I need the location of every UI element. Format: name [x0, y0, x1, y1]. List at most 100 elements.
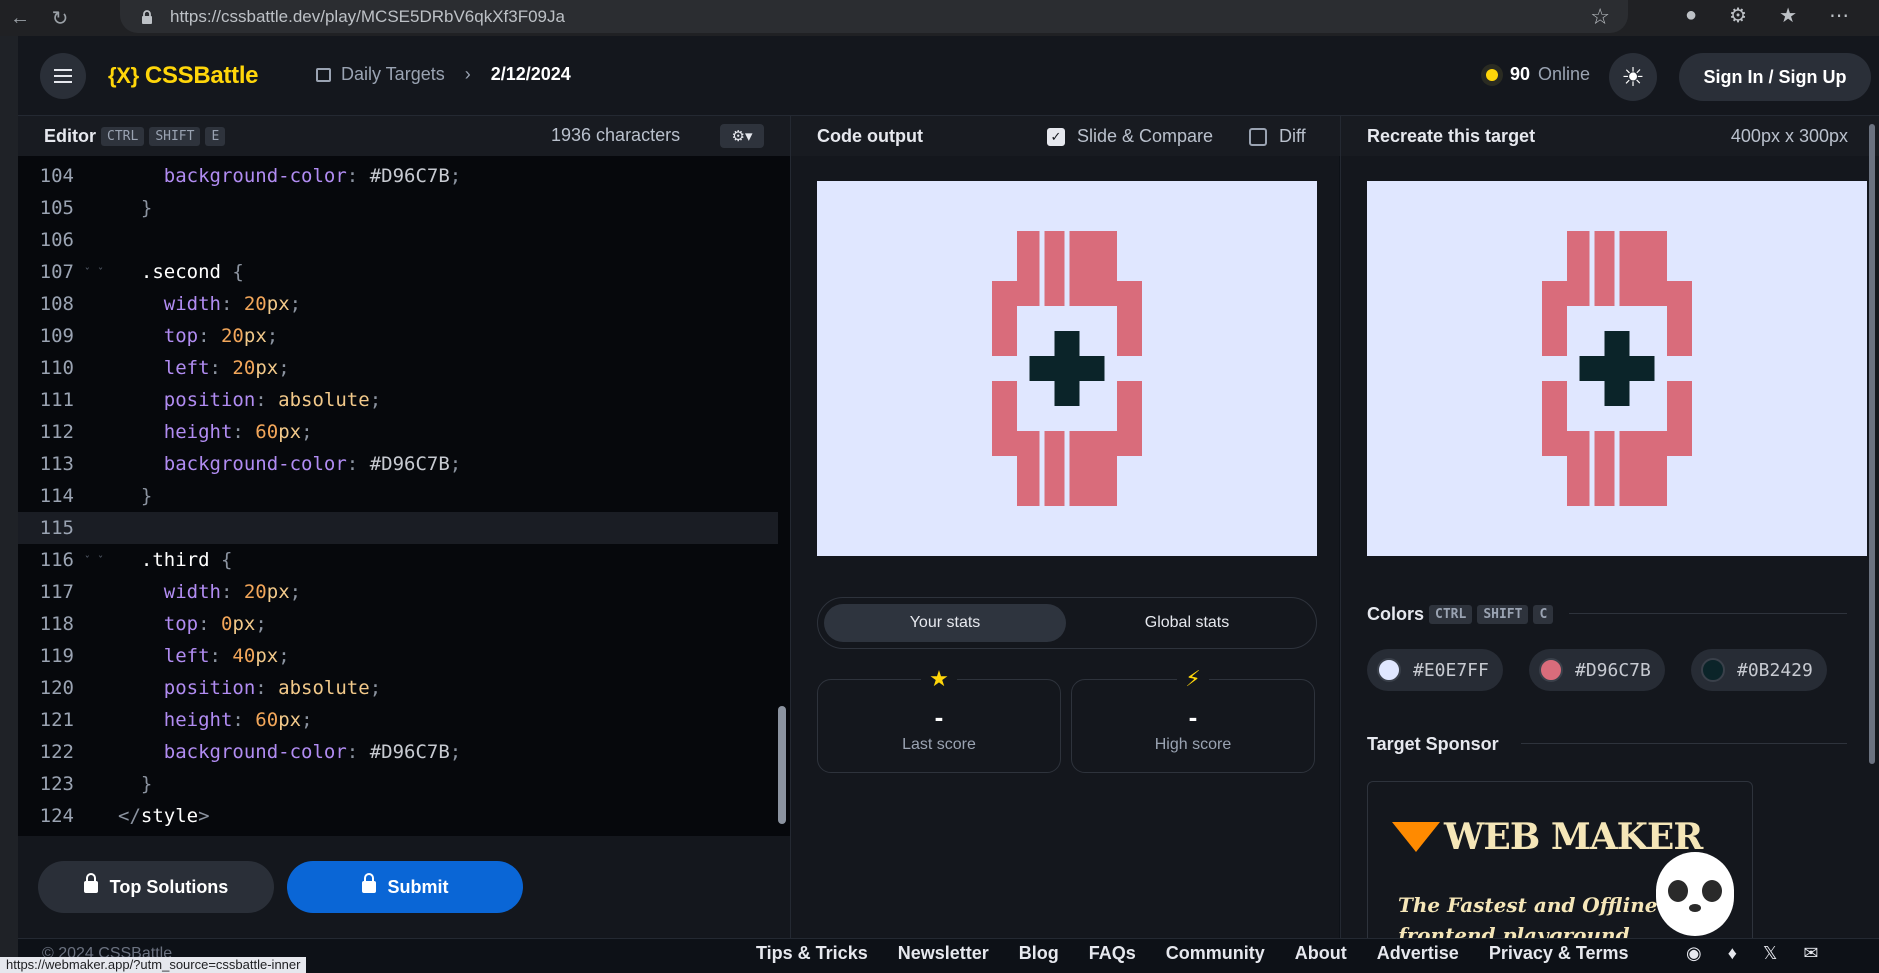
code-line[interactable]: 113 background-color: #D96C7B;: [18, 448, 778, 480]
line-number: 113: [39, 453, 74, 475]
theme-toggle-button[interactable]: ☀: [1609, 53, 1657, 101]
footer-link[interactable]: Community: [1166, 943, 1265, 964]
tab-your-stats[interactable]: Your stats: [824, 604, 1066, 642]
sun-icon: ☀: [1621, 61, 1645, 92]
code-line[interactable]: 124 </style>: [18, 800, 778, 832]
webmaker-logo-icon: [1392, 822, 1440, 852]
status-bar-url: https://webmaker.app/?utm_source=cssbatt…: [0, 957, 307, 973]
editor-scrollbar[interactable]: [778, 706, 786, 824]
color-swatch[interactable]: #0B2429: [1691, 649, 1827, 691]
email-icon[interactable]: ✉: [1803, 943, 1818, 964]
online-label: Online: [1538, 64, 1591, 84]
social-icons: ◉ ♦ 𝕏 ✉: [1686, 943, 1819, 964]
code-line[interactable]: 111 position: absolute;: [18, 384, 778, 416]
stats-tabs: Your stats Global stats: [817, 597, 1317, 649]
gear-icon: ⚙▾: [731, 128, 753, 145]
code-line[interactable]: 117 width: 20px;: [18, 576, 778, 608]
code-text: .second {: [140, 261, 244, 283]
extensions-icon[interactable]: ⚙: [1729, 3, 1747, 28]
signin-button[interactable]: Sign In / Sign Up: [1679, 53, 1871, 101]
reload-icon[interactable]: ↻: [40, 4, 80, 32]
x-icon[interactable]: 𝕏: [1763, 943, 1778, 964]
checkbox-checked-icon[interactable]: ✓: [1047, 127, 1065, 146]
output-header: Code output ✓ Slide & Compare Diff: [791, 116, 1340, 156]
target-header: Recreate this target 400px x 300px: [1341, 116, 1879, 156]
footer-link[interactable]: Newsletter: [898, 943, 989, 964]
submit-button[interactable]: Submit: [287, 861, 523, 913]
code-line[interactable]: 121 height: 60px;: [18, 704, 778, 736]
discord-icon[interactable]: ◉: [1686, 943, 1702, 964]
code-editor[interactable]: 104 background-color: #D96C7B; 105 } 106 10…: [18, 156, 778, 836]
editor-settings-button[interactable]: ⚙▾: [720, 124, 764, 148]
output-panel: Code output ✓ Slide & Compare Diff Your …: [790, 116, 1340, 973]
code-text: width: 20px;: [163, 581, 302, 603]
code-text: position: absolute;: [163, 677, 382, 699]
code-line[interactable]: 110 left: 20px;: [18, 352, 778, 384]
line-number: 107: [39, 261, 74, 283]
fold-chevron-icon[interactable]: ˇ ˇ: [74, 554, 118, 567]
favorites-icon[interactable]: ★: [1779, 3, 1797, 28]
code-line[interactable]: 107 ˇ ˇ .second {: [18, 256, 778, 288]
code-text: background-color: #D96C7B;: [163, 453, 462, 475]
code-line[interactable]: 104 background-color: #D96C7B;: [18, 160, 778, 192]
code-line[interactable]: 116 ˇ ˇ .third {: [18, 544, 778, 576]
footer-link[interactable]: About: [1295, 943, 1347, 964]
color-hex: #0B2429: [1737, 659, 1813, 681]
address-bar[interactable]: https://cssbattle.dev/play/MCSE5DRbV6qkX…: [120, 0, 1628, 33]
tab-global-stats[interactable]: Global stats: [1066, 604, 1308, 642]
breadcrumb-daily-targets[interactable]: Daily Targets: [341, 64, 445, 85]
top-solutions-label: Top Solutions: [109, 876, 229, 897]
code-line[interactable]: 123 }: [18, 768, 778, 800]
lock-icon: [361, 873, 376, 893]
editor-panel: Editor CTRL SHIFT E 1936 characters ⚙▾ 1…: [18, 116, 790, 973]
kbd-key: E: [205, 126, 226, 146]
footer-link[interactable]: Advertise: [1377, 943, 1459, 964]
online-count: 90: [1510, 64, 1531, 84]
target-panel: Recreate this target 400px x 300px Color…: [1340, 116, 1879, 973]
fold-chevron-icon[interactable]: ˇ ˇ: [74, 266, 118, 279]
profile-icon[interactable]: ●: [1685, 4, 1697, 27]
bookmark-star-icon[interactable]: ☆: [1590, 4, 1610, 30]
line-number: 112: [39, 421, 74, 443]
slide-compare-toggle[interactable]: ✓ Slide & Compare: [1047, 126, 1213, 147]
code-line[interactable]: 108 width: 20px;: [18, 288, 778, 320]
footer-link[interactable]: FAQs: [1089, 943, 1136, 964]
target-scrollbar[interactable]: [1869, 124, 1875, 764]
code-line[interactable]: 112 height: 60px;: [18, 416, 778, 448]
more-icon[interactable]: ⋯: [1829, 3, 1849, 28]
kbd-key: C: [1533, 605, 1554, 624]
bluesky-icon[interactable]: ♦: [1728, 943, 1737, 964]
divider: [1521, 743, 1847, 744]
color-swatch[interactable]: #E0E7FF: [1367, 649, 1503, 691]
color-swatch[interactable]: #D96C7B: [1529, 649, 1665, 691]
kbd-key: CTRL: [1429, 605, 1473, 624]
breadcrumb: Daily Targets › 2/12/2024: [316, 64, 571, 85]
code-line[interactable]: 115: [18, 512, 778, 544]
line-number: 106: [39, 229, 74, 251]
footer-link[interactable]: Privacy & Terms: [1489, 943, 1629, 964]
lightning-icon: ⚡: [1072, 666, 1314, 692]
footer-link[interactable]: Tips & Tricks: [756, 943, 868, 964]
code-line[interactable]: 119 left: 40px;: [18, 640, 778, 672]
footer-link[interactable]: Blog: [1019, 943, 1059, 964]
target-canvas[interactable]: [1367, 181, 1867, 556]
code-line[interactable]: 114 }: [18, 480, 778, 512]
diff-toggle[interactable]: Diff: [1249, 126, 1306, 147]
code-line[interactable]: 105 }: [18, 192, 778, 224]
line-number: 110: [39, 357, 74, 379]
code-line[interactable]: 122 background-color: #D96C7B;: [18, 736, 778, 768]
top-solutions-button[interactable]: Top Solutions: [38, 861, 274, 913]
panda-mascot-icon: [1656, 852, 1734, 936]
checkbox-icon[interactable]: [1249, 127, 1267, 146]
code-line[interactable]: 118 top: 0px;: [18, 608, 778, 640]
code-line[interactable]: 120 position: absolute;: [18, 672, 778, 704]
code-output-canvas[interactable]: [817, 181, 1317, 556]
logo[interactable]: {X} CSSBattle: [108, 62, 259, 90]
code-text: background-color: #D96C7B;: [163, 165, 462, 187]
back-icon[interactable]: ←: [0, 4, 40, 32]
last-score-card: ★ - Last score: [817, 666, 1061, 773]
code-line[interactable]: 106: [18, 224, 778, 256]
kbd-key: SHIFT: [149, 126, 201, 146]
menu-button[interactable]: [40, 53, 86, 99]
code-line[interactable]: 109 top: 20px;: [18, 320, 778, 352]
